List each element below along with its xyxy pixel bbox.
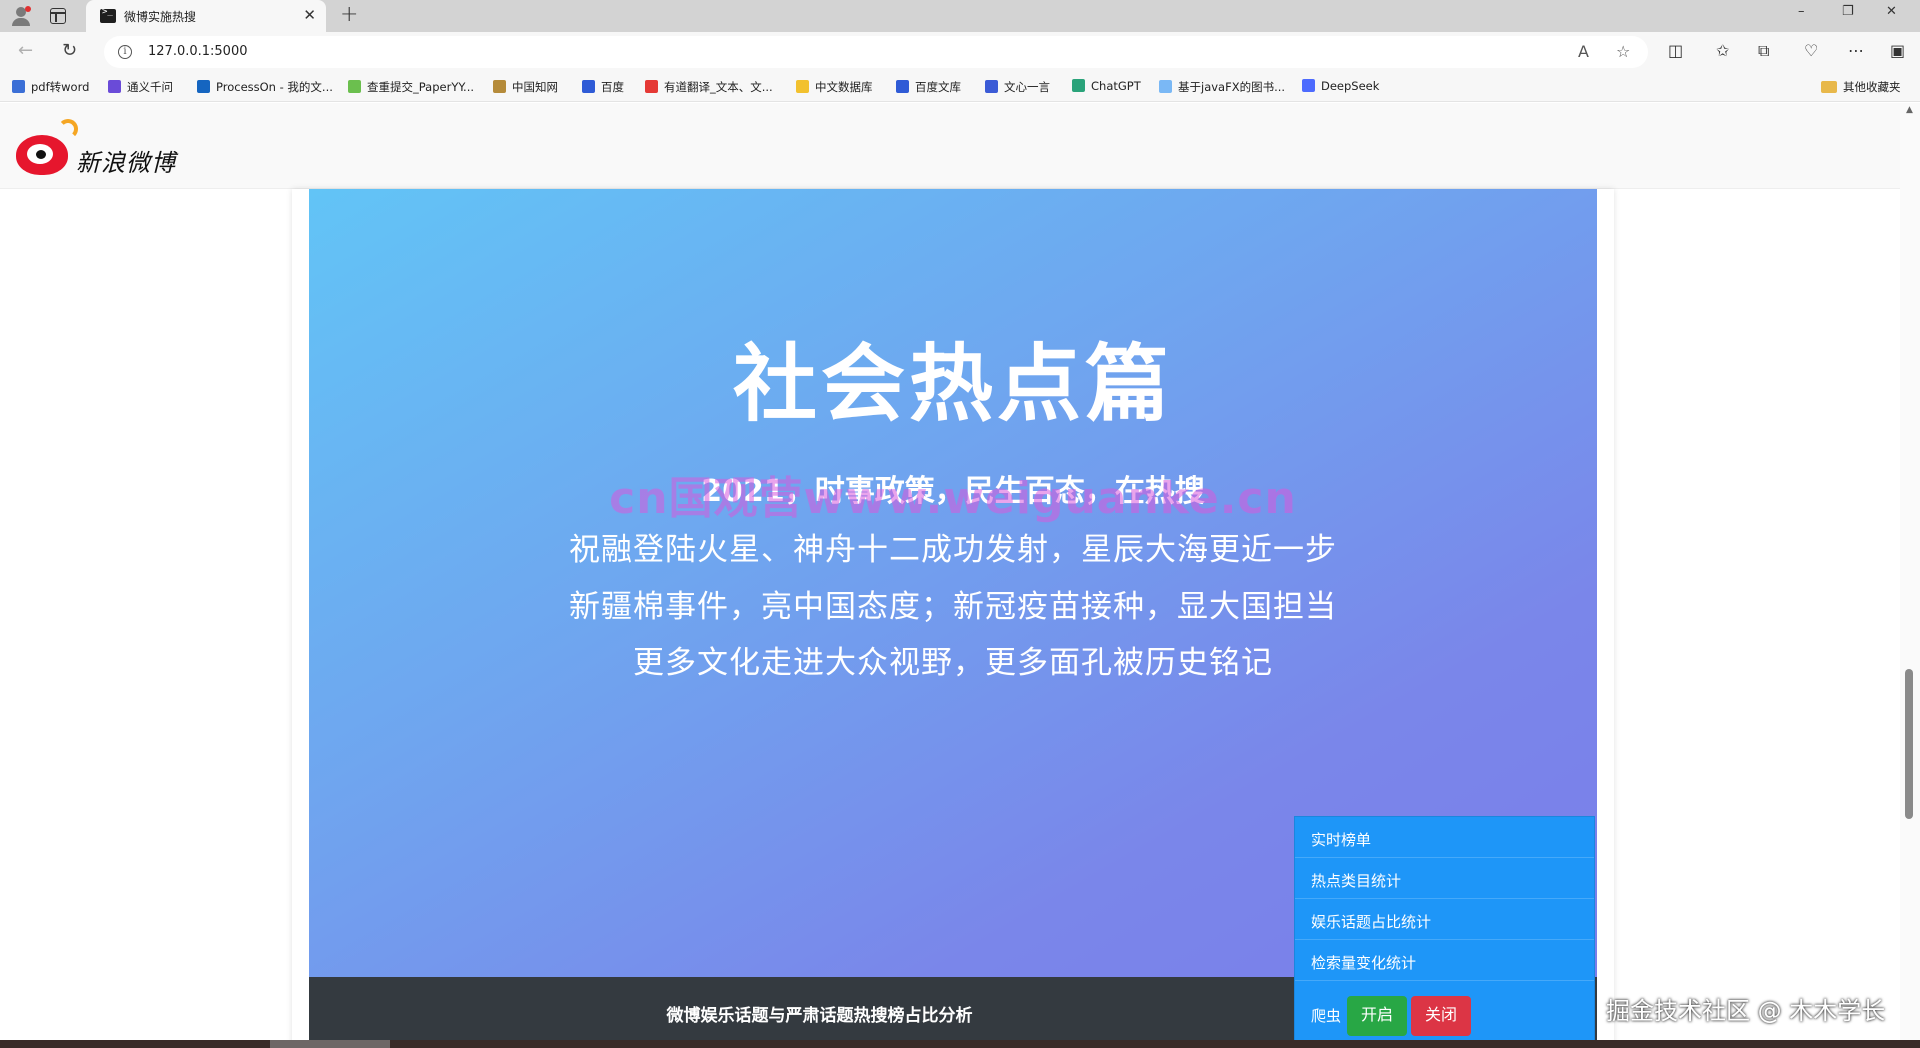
browser-tab[interactable]: 微博实施热搜 ✕ <box>86 0 326 32</box>
read-aloud-icon[interactable]: A <box>1578 42 1589 61</box>
bookmark-item[interactable]: 有道翻译_文本、文... <box>645 79 773 95</box>
close-window-button[interactable]: ✕ <box>1886 4 1897 19</box>
bookmark-item[interactable]: 基于javaFX的图书... <box>1159 79 1285 95</box>
bookmark-icon <box>108 80 121 93</box>
favorite-star-icon[interactable]: ☆ <box>1616 42 1630 61</box>
bookmark-item[interactable]: 查重提交_PaperYY... <box>348 79 474 95</box>
bookmark-item[interactable]: 中文数据库 <box>796 79 873 95</box>
bookmark-icon <box>1159 80 1172 93</box>
collections-icon[interactable]: ⧉ <box>1758 41 1769 61</box>
vertical-scrollbar[interactable]: ▲ <box>1900 103 1920 1040</box>
bookmark-icon <box>985 80 998 93</box>
spider-start-button[interactable]: 开启 <box>1347 996 1408 1036</box>
bookmark-icon <box>1072 79 1085 92</box>
new-tab-button[interactable]: + <box>340 2 358 27</box>
minimize-button[interactable]: – <box>1798 4 1805 19</box>
menu-item-entertainment-ratio[interactable]: 娱乐话题占比统计 <box>1295 899 1594 940</box>
bookmark-icon <box>1302 79 1315 92</box>
logo-text: 新浪微博 <box>76 149 176 177</box>
bookmark-item[interactable]: 百度文库 <box>896 79 961 95</box>
bookmark-item[interactable]: DeepSeek <box>1302 79 1379 93</box>
sidebar-toggle-icon[interactable]: ▣ <box>1890 41 1905 60</box>
bookmark-item[interactable]: pdf转word <box>12 79 89 95</box>
spider-controls: 爬虫 开启 关闭 <box>1295 981 1594 1040</box>
menu-item-realtime-list[interactable]: 实时榜单 <box>1295 817 1594 858</box>
browser-toolbar: ← ↻ i 127.0.0.1:5000 A ☆ ◫ ✩ ⧉ ♡ ⋯ ▣ <box>0 32 1920 72</box>
url-text[interactable]: 127.0.0.1:5000 <box>148 44 248 59</box>
menu-item-search-volume[interactable]: 检索量变化统计 <box>1295 940 1594 981</box>
scroll-thumb[interactable] <box>1905 669 1913 819</box>
bookmark-item[interactable]: 百度 <box>582 79 624 95</box>
profile-icon[interactable] <box>10 6 32 26</box>
tab-close-icon[interactable]: ✕ <box>303 6 316 24</box>
other-bookmarks-folder[interactable]: 其他收藏夹 <box>1821 79 1901 95</box>
favorites-icon[interactable]: ✩ <box>1716 41 1729 60</box>
address-bar[interactable]: i 127.0.0.1:5000 A ☆ <box>104 36 1648 68</box>
credit-watermark: 掘金技术社区 @ 木木学长 <box>1606 997 1886 1025</box>
hero-line: 祝融登陆火星、神舟十二成功发射，星辰大海更近一步 <box>569 532 1337 568</box>
site-header: 新浪微博 <box>0 103 1920 189</box>
page-viewport: 新浪微博 社会热点篇 2021，时事政策，民生百态，在热搜 祝融登陆火星、神舟十… <box>0 103 1920 1040</box>
bookmark-icon <box>197 80 210 93</box>
more-options-icon[interactable]: ⋯ <box>1848 41 1864 60</box>
bookmark-item[interactable]: 文心一言 <box>985 79 1050 95</box>
restore-button[interactable]: ❐ <box>1842 4 1854 19</box>
weibo-signal-icon <box>58 119 78 139</box>
bookmark-icon <box>12 80 25 93</box>
tab-strip: 微博实施热搜 ✕ + – ❐ ✕ <box>0 0 1920 32</box>
site-info-icon[interactable]: i <box>118 45 132 59</box>
hero-line: 更多文化走进大众视野，更多面孔被历史铭记 <box>633 645 1273 681</box>
spider-label: 爬虫 <box>1311 1007 1342 1025</box>
bookmark-item[interactable]: 中国知网 <box>493 79 558 95</box>
menu-item-category-stats[interactable]: 热点类目统计 <box>1295 858 1594 899</box>
refresh-icon[interactable]: ↻ <box>62 40 77 61</box>
bookmark-item[interactable]: ProcessOn - 我的文... <box>197 79 333 95</box>
split-screen-icon[interactable]: ◫ <box>1668 41 1683 60</box>
floating-menu: 实时榜单 热点类目统计 娱乐话题占比统计 检索量变化统计 爬虫 开启 关闭 <box>1294 816 1595 1040</box>
browser-essentials-icon[interactable]: ♡ <box>1804 41 1818 60</box>
weibo-eye-icon <box>16 135 68 175</box>
bookmark-icon <box>645 80 658 93</box>
bookmark-item[interactable]: 通义千问 <box>108 79 173 95</box>
bookmark-icon <box>896 80 909 93</box>
terminal-icon <box>100 7 116 23</box>
bookmark-icon <box>582 80 595 93</box>
bookmark-item[interactable]: ChatGPT <box>1072 79 1141 93</box>
bookmark-icon <box>348 80 361 93</box>
scroll-up-arrow-icon[interactable]: ▲ <box>1906 105 1913 115</box>
bookmark-icon <box>493 80 506 93</box>
folder-icon <box>1821 81 1837 93</box>
hero-line: 新疆棉事件，亮中国态度；新冠疫苗接种，显大国担当 <box>569 589 1337 625</box>
os-taskbar <box>0 1040 1920 1048</box>
watermark-text: cn国观营www.weiguanke.cn <box>609 473 1297 524</box>
back-arrow-icon[interactable]: ← <box>18 40 33 61</box>
tab-actions-icon[interactable] <box>50 8 66 24</box>
tab-title: 微博实施热搜 <box>124 10 197 24</box>
hero-title: 社会热点篇 <box>732 335 1173 433</box>
bookmark-icon <box>796 80 809 93</box>
taskbar-item[interactable] <box>270 1040 390 1048</box>
weibo-logo[interactable]: 新浪微博 <box>14 117 184 179</box>
section-title: 微博娱乐话题与严肃话题热搜榜占比分析 <box>666 1006 973 1026</box>
spider-stop-button[interactable]: 关闭 <box>1411 996 1472 1036</box>
bookmarks-bar: pdf转word 通义千问 ProcessOn - 我的文... 查重提交_Pa… <box>0 72 1920 102</box>
